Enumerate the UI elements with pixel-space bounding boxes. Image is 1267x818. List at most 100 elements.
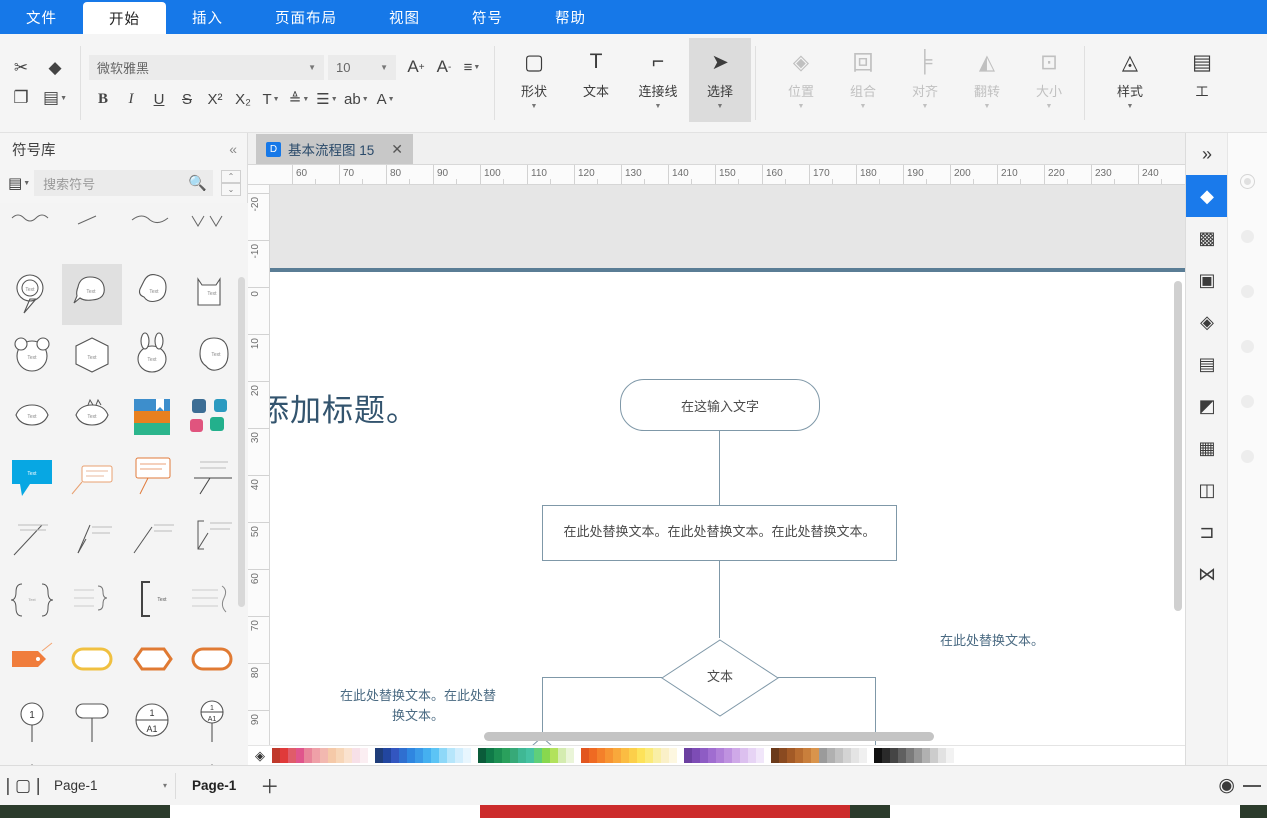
underline-button[interactable]: U [145, 85, 173, 113]
rail-image-icon[interactable]: ▣ [1186, 259, 1228, 301]
collapse-panel-icon[interactable]: « [229, 141, 237, 157]
right-note[interactable]: 在此处替换文本。 [940, 632, 1110, 652]
color-swatch[interactable] [391, 748, 399, 763]
color-swatch[interactable] [455, 748, 463, 763]
ribbon-button-square[interactable]: ▢形状▼ [503, 38, 565, 122]
library-icon[interactable]: ▤▼ [8, 174, 30, 192]
color-swatch[interactable] [597, 748, 605, 763]
menu-tab-symbol[interactable]: 符号 [446, 0, 529, 34]
color-swatch[interactable] [787, 748, 795, 763]
symbol-item[interactable]: Text [62, 386, 122, 447]
superscript-button[interactable]: X² [201, 85, 229, 113]
color-swatch[interactable] [328, 748, 336, 763]
add-page-button[interactable]: ＋ [252, 772, 287, 799]
symbol-item[interactable]: 1 [122, 752, 182, 765]
document-tab[interactable]: D 基本流程图 15 ✕ [256, 134, 413, 164]
color-swatch[interactable] [550, 748, 558, 763]
close-icon[interactable]: ✕ [391, 141, 403, 158]
color-swatch[interactable] [352, 748, 360, 763]
symbol-item[interactable] [182, 203, 242, 264]
italic-button[interactable]: I [117, 85, 145, 113]
zoom-slider[interactable] [1243, 785, 1261, 787]
color-swatch[interactable] [399, 748, 407, 763]
symbol-item[interactable] [122, 203, 182, 264]
ribbon-button-connector[interactable]: ⌐连接线▼ [627, 38, 689, 122]
color-swatch[interactable] [859, 748, 867, 763]
scroll-stepper[interactable]: ⌃ ⌄ [221, 170, 241, 196]
color-swatch[interactable] [851, 748, 859, 763]
symbol-item[interactable]: Text [182, 325, 242, 386]
rail-indicator-dot[interactable] [1241, 450, 1254, 463]
color-swatch[interactable] [811, 748, 819, 763]
color-swatch[interactable] [835, 748, 843, 763]
page-title[interactable]: 添加标题。 [270, 385, 418, 430]
symbol-grid[interactable]: TextTextTextTextTextTextTextTextTextText… [0, 203, 248, 765]
rail-indicator-dot[interactable] [1241, 175, 1254, 188]
color-swatch[interactable] [692, 748, 700, 763]
symbol-item[interactable] [62, 630, 122, 691]
color-swatch[interactable] [375, 748, 383, 763]
subscript-button[interactable]: X₂ [229, 85, 257, 113]
page-tab-page1[interactable]: Page-1 [176, 778, 252, 793]
symbol-item[interactable]: 1 [2, 691, 62, 752]
ribbon-button-flip[interactable]: ◭翻转▼ [956, 38, 1018, 122]
ribbon-button-size[interactable]: ⊡大小▼ [1018, 38, 1080, 122]
color-swatch[interactable] [526, 748, 534, 763]
color-swatch[interactable] [661, 748, 669, 763]
symbol-item[interactable]: Text [122, 264, 182, 325]
color-swatch[interactable] [589, 748, 597, 763]
page-view-icon[interactable]: ❘▢❘ [0, 776, 46, 796]
color-swatch[interactable] [542, 748, 550, 763]
copy-icon[interactable]: ❐ [4, 83, 38, 113]
color-swatch[interactable] [771, 748, 779, 763]
symbol-item[interactable]: Text [62, 264, 122, 325]
color-swatch[interactable] [946, 748, 954, 763]
color-swatch[interactable] [494, 748, 502, 763]
color-swatch[interactable] [724, 748, 732, 763]
color-swatch[interactable] [344, 748, 352, 763]
color-swatch[interactable] [486, 748, 494, 763]
symbol-item[interactable]: Text [182, 264, 242, 325]
rail-fill-icon[interactable]: ◆ [1186, 175, 1228, 217]
play-circle-icon[interactable]: ◉ [1218, 774, 1235, 797]
connector-line[interactable] [778, 677, 876, 678]
menu-tab-home[interactable]: 开始 [83, 2, 166, 34]
symbol-item[interactable]: Text [122, 569, 182, 630]
canvas-vertical-scrollbar[interactable] [1174, 281, 1182, 611]
rail-indicator-dot[interactable] [1241, 395, 1254, 408]
menu-tab-insert[interactable]: 插入 [166, 0, 249, 34]
color-swatch[interactable] [360, 748, 368, 763]
color-swatch[interactable] [478, 748, 486, 763]
color-swatch[interactable] [748, 748, 756, 763]
color-swatch[interactable] [906, 748, 914, 763]
color-swatch[interactable] [732, 748, 740, 763]
stepper-up-icon[interactable]: ⌃ [221, 170, 241, 183]
color-swatch[interactable] [922, 748, 930, 763]
rail-connector-node-icon[interactable]: ⋈ [1186, 553, 1228, 595]
color-swatch[interactable] [740, 748, 748, 763]
color-swatch[interactable] [890, 748, 898, 763]
symbol-item[interactable] [62, 508, 122, 569]
symbol-item[interactable] [122, 508, 182, 569]
symbol-item[interactable]: Text [2, 386, 62, 447]
symbol-item[interactable] [182, 386, 242, 447]
paragraph-align-button[interactable]: ≡▼ [458, 53, 486, 81]
ribbon-button-tools[interactable]: ▤工 [1171, 38, 1233, 122]
symbol-item[interactable]: Text [62, 325, 122, 386]
fill-drop-icon[interactable]: ◈ [248, 748, 272, 764]
rail-indicator-dot[interactable] [1241, 285, 1254, 298]
color-palette-bar[interactable]: ◈ [248, 745, 1185, 765]
color-swatch[interactable] [510, 748, 518, 763]
process-shape[interactable]: 在此处替换文本。在此处替换文本。在此处替换文本。 [542, 505, 897, 561]
color-swatch[interactable] [320, 748, 328, 763]
color-swatch[interactable] [407, 748, 415, 763]
rail-layers-icon[interactable]: ◈ [1186, 301, 1228, 343]
color-swatch[interactable] [423, 748, 431, 763]
color-swatch[interactable] [708, 748, 716, 763]
color-swatch[interactable] [645, 748, 653, 763]
paste-icon[interactable]: ▤▼ [38, 83, 72, 113]
canvas-horizontal-scrollbar[interactable] [484, 732, 934, 741]
color-swatch[interactable] [605, 748, 613, 763]
symbol-item[interactable] [182, 630, 242, 691]
color-swatch[interactable] [272, 748, 280, 763]
